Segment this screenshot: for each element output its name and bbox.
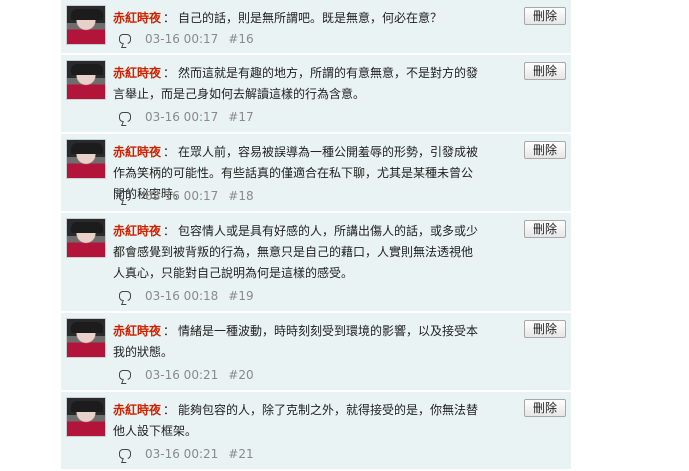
delete-button[interactable]: 刪除 (524, 320, 566, 338)
comment-author[interactable]: 赤紅時夜 (113, 66, 161, 80)
comment-item: 赤紅時夜：在眾人前，容易被誤導為一種公開羞辱的形勢，引發成被作為笑柄的可能性。有… (61, 134, 571, 213)
comment-time: 03-16 00:17 (145, 32, 219, 46)
comment-meta: 03-16 00:17 #17 (119, 110, 254, 124)
comment-item: 赤紅時夜：包容情人或是具有好感的人，所講出傷人的話，或多或少都會感覺到被背叛的行… (61, 213, 571, 313)
comment-body: 赤紅時夜：然而這就是有趣的地方，所謂的有意無意，不是對方的發言舉止，而是己身如何… (113, 63, 483, 105)
comment-number: #18 (228, 189, 254, 203)
comment-number: #21 (228, 447, 254, 461)
comment-time: 03-16 00:17 (145, 110, 219, 124)
reply-icon[interactable] (119, 191, 131, 201)
delete-button[interactable]: 刪除 (524, 220, 566, 238)
comment-author[interactable]: 赤紅時夜 (113, 224, 161, 238)
separator: ： (163, 11, 176, 25)
separator: ： (163, 66, 176, 80)
comment-number: #19 (228, 289, 254, 303)
separator: ： (163, 324, 176, 338)
comment-time: 03-16 00:17 (145, 189, 219, 203)
comment-number: #17 (228, 110, 254, 124)
reply-icon[interactable] (119, 291, 131, 301)
delete-button[interactable]: 刪除 (524, 62, 566, 80)
comment-text: 自己的話，則是無所謂吧。既是無意，何必在意？ (178, 11, 443, 25)
comment-body: 赤紅時夜：情緒是一種波動，時時刻刻受到環境的影響，以及接受本我的狀態。 (113, 321, 483, 363)
separator: ： (163, 224, 176, 238)
comment-body: 赤紅時夜：能夠包容的人，除了克制之外，就得接受的是，你無法替他人設下框架。 (113, 400, 483, 442)
comment-item: 赤紅時夜：能夠包容的人，除了克制之外，就得接受的是，你無法替他人設下框架。 03… (61, 392, 571, 471)
reply-icon[interactable] (119, 370, 131, 380)
comment-time: 03-16 00:21 (145, 368, 219, 382)
comment-meta: 03-16 00:21 #21 (119, 447, 254, 461)
avatar[interactable] (66, 5, 106, 45)
reply-icon[interactable] (119, 112, 131, 122)
comment-author[interactable]: 赤紅時夜 (113, 11, 161, 25)
avatar[interactable] (66, 139, 106, 179)
comment-meta: 03-16 00:17 #18 (119, 189, 254, 203)
comment-body: 赤紅時夜：包容情人或是具有好感的人，所講出傷人的話，或多或少都會感覺到被背叛的行… (113, 221, 483, 284)
comment-body: 赤紅時夜：自己的話，則是無所謂吧。既是無意，何必在意？ (113, 8, 483, 29)
delete-button[interactable]: 刪除 (524, 7, 566, 25)
comment-item: 赤紅時夜：自己的話，則是無所謂吧。既是無意，何必在意？ 03-16 00:17 … (61, 0, 571, 55)
comment-thread: 赤紅時夜：自己的話，則是無所謂吧。既是無意，何必在意？ 03-16 00:17 … (61, 0, 571, 471)
comment-item: 赤紅時夜：然而這就是有趣的地方，所謂的有意無意，不是對方的發言舉止，而是己身如何… (61, 55, 571, 134)
comment-meta: 03-16 00:18 #19 (119, 289, 254, 303)
reply-icon[interactable] (119, 34, 131, 44)
separator: ： (163, 145, 176, 159)
comment-meta: 03-16 00:17 #16 (119, 32, 254, 46)
comment-meta: 03-16 00:21 #20 (119, 368, 254, 382)
comment-time: 03-16 00:21 (145, 447, 219, 461)
separator: ： (163, 403, 176, 417)
comment-number: #16 (228, 32, 254, 46)
avatar[interactable] (66, 318, 106, 358)
avatar[interactable] (66, 397, 106, 437)
avatar[interactable] (66, 218, 106, 258)
comment-author[interactable]: 赤紅時夜 (113, 324, 161, 338)
comment-author[interactable]: 赤紅時夜 (113, 145, 161, 159)
comment-time: 03-16 00:18 (145, 289, 219, 303)
reply-icon[interactable] (119, 449, 131, 459)
comment-item: 赤紅時夜：情緒是一種波動，時時刻刻受到環境的影響，以及接受本我的狀態。 03-1… (61, 313, 571, 392)
avatar[interactable] (66, 60, 106, 100)
comment-number: #20 (228, 368, 254, 382)
delete-button[interactable]: 刪除 (524, 399, 566, 417)
comment-author[interactable]: 赤紅時夜 (113, 403, 161, 417)
delete-button[interactable]: 刪除 (524, 141, 566, 159)
